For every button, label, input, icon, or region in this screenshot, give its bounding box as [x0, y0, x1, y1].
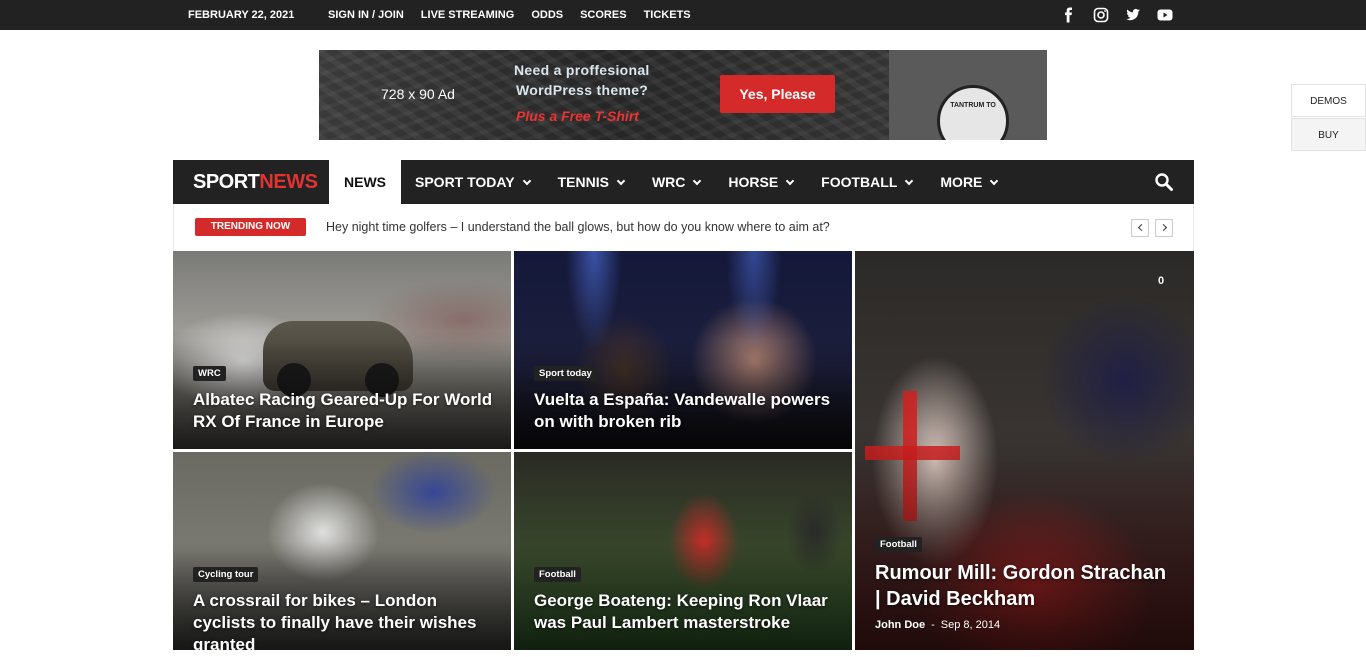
nav-item-sport-today[interactable]: SPORT TODAY [401, 160, 544, 204]
featured-article-tile[interactable]: 0 Football Rumour Mill: Gordon Strachan … [855, 251, 1194, 650]
ad-cta-button[interactable]: Yes, Please [720, 75, 835, 113]
comment-count[interactable]: 0 [1158, 275, 1164, 287]
ad-headline-1: Need a proffesional [514, 62, 650, 78]
side-panel: DEMOS BUY [1291, 84, 1366, 151]
nav-item-wrc[interactable]: WRC [638, 160, 714, 204]
chevron-down-icon [616, 176, 626, 186]
tshirt-logo: TANTRUM TO [937, 85, 1009, 140]
nav-items: NEWS SPORT TODAY TENNIS WRC HORSE FOOTBA… [329, 160, 1011, 204]
nav-item-news[interactable]: NEWS [329, 160, 401, 204]
category-badge[interactable]: Football [534, 567, 581, 582]
tickets-link[interactable]: TICKETS [644, 0, 691, 30]
article-title[interactable]: Vuelta a España: Vandewalle powers on wi… [534, 389, 834, 433]
chevron-down-icon [693, 176, 702, 186]
odds-link[interactable]: ODDS [531, 0, 563, 30]
article-tile[interactable]: WRC Albatec Racing Geared-Up For World R… [173, 251, 511, 449]
trending-prev-button[interactable] [1131, 219, 1149, 237]
article-tile[interactable]: Football George Boateng: Keeping Ron Vla… [514, 452, 852, 650]
youtube-icon[interactable] [1156, 6, 1174, 24]
live-streaming-link[interactable]: LIVE STREAMING [421, 0, 515, 30]
category-badge[interactable]: Cycling tour [193, 567, 259, 582]
article-title[interactable]: George Boateng: Keeping Ron Vlaar was Pa… [534, 590, 834, 634]
nav-item-horse[interactable]: HORSE [714, 160, 807, 204]
article-title[interactable]: Albatec Racing Geared-Up For World RX Of… [193, 389, 493, 433]
site-logo[interactable]: SPORTNEWS [193, 160, 318, 204]
twitter-icon[interactable] [1124, 6, 1142, 24]
ad-size-label: 728 x 90 Ad [381, 86, 455, 102]
article-date: Sep 8, 2014 [940, 619, 1001, 631]
nav-item-football[interactable]: FOOTBALL [807, 160, 926, 204]
article-title[interactable]: A crossrail for bikes – London cyclists … [193, 590, 493, 650]
ad-headline-2: WordPress theme? [516, 82, 649, 98]
article-author[interactable]: John Doe [875, 619, 925, 631]
article-tile[interactable]: Cycling tour A crossrail for bikes – Lon… [173, 452, 511, 650]
buy-button[interactable]: BUY [1291, 118, 1366, 151]
chevron-right-icon [1159, 223, 1168, 232]
current-date: FEBRUARY 22, 2021 [188, 9, 295, 21]
demos-button[interactable]: DEMOS [1291, 84, 1366, 117]
category-badge[interactable]: Sport today [534, 366, 597, 381]
social-icons [1060, 6, 1188, 24]
trending-bar: TRENDING NOW Hey night time golfers – I … [173, 204, 1194, 251]
trending-label: TRENDING NOW [195, 218, 306, 236]
main-nav: SPORTNEWS NEWS SPORT TODAY TENNIS WRC HO… [173, 160, 1194, 204]
category-badge[interactable]: Football [875, 537, 922, 552]
chevron-down-icon [522, 176, 531, 186]
scores-link[interactable]: SCORES [580, 0, 626, 30]
trending-next-button[interactable] [1155, 219, 1173, 237]
sign-in-link[interactable]: SIGN IN / JOIN [328, 0, 404, 30]
category-badge[interactable]: WRC [193, 366, 226, 381]
chevron-down-icon [990, 176, 999, 186]
top-links: SIGN IN / JOIN LIVE STREAMING ODDS SCORE… [328, 0, 708, 30]
article-tile[interactable]: Sport today Vuelta a España: Vandewalle … [514, 251, 852, 449]
chevron-left-icon [1137, 223, 1146, 232]
tshirt-image: TANTRUM TO [889, 50, 1047, 140]
article-title[interactable]: Rumour Mill: Gordon Strachan | David Bec… [875, 560, 1175, 612]
top-bar: FEBRUARY 22, 2021 SIGN IN / JOIN LIVE ST… [0, 0, 1366, 30]
chevron-down-icon [785, 176, 795, 186]
article-meta: John Doe - Sep 8, 2014 [875, 619, 1001, 631]
ad-tagline: Plus a Free T-Shirt [516, 108, 639, 124]
nav-item-more[interactable]: MORE [926, 160, 1011, 204]
instagram-icon[interactable] [1092, 6, 1110, 24]
nav-item-tennis[interactable]: TENNIS [544, 160, 638, 204]
search-icon[interactable] [1154, 172, 1174, 192]
chevron-down-icon [905, 176, 914, 186]
facebook-icon[interactable] [1060, 6, 1078, 24]
trending-headline[interactable]: Hey night time golfers – I understand th… [326, 204, 830, 251]
ad-banner[interactable]: 728 x 90 Ad Need a proffesional WordPres… [319, 50, 1047, 140]
